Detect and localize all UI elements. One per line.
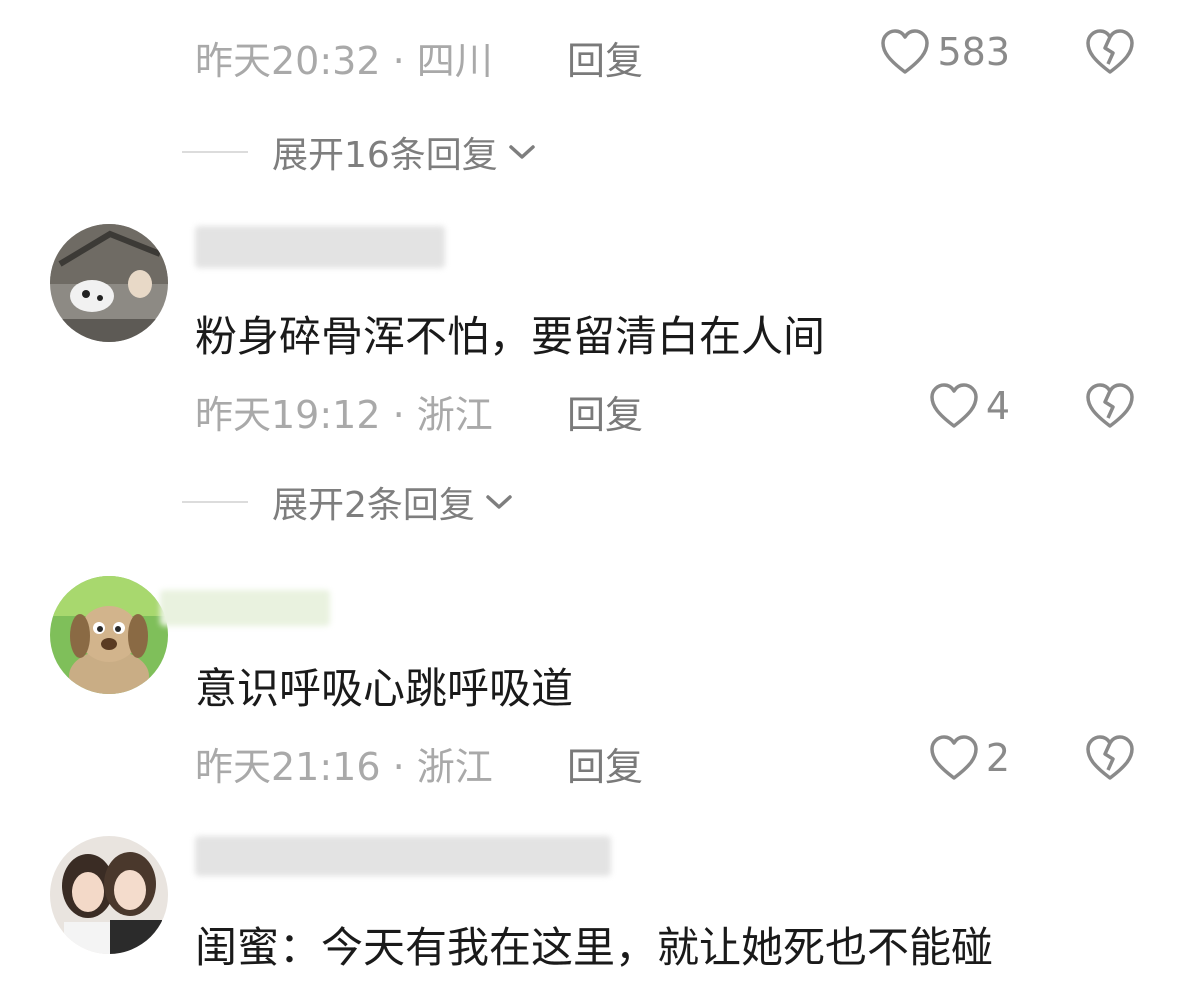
broken-heart-icon	[1086, 383, 1134, 428]
avatar[interactable]	[50, 224, 168, 342]
comment-text: 意识呼吸心跳呼吸道	[195, 664, 574, 713]
like-count: 583	[937, 30, 1010, 74]
comment-text: 闺蜜：今天有我在这里，就让她死也不能碰	[195, 923, 994, 972]
username-redacted[interactable]	[195, 836, 611, 876]
comment-meta: 昨天19:12 · 浙江	[195, 393, 493, 437]
chevron-down-icon	[486, 495, 512, 509]
dislike-button[interactable]	[1084, 382, 1136, 434]
like-button[interactable]: 583	[810, 28, 1010, 76]
username-redacted[interactable]	[195, 226, 445, 268]
comment-text: 粉身碎骨浑不怕，要留清白在人间	[195, 312, 826, 361]
heart-outline-icon	[881, 29, 930, 74]
like-count: 4	[985, 384, 1010, 428]
expand-replies-button[interactable]: 展开16条回复	[182, 126, 536, 178]
reply-button[interactable]: 回复	[567, 384, 643, 439]
heart-outline-icon	[930, 735, 978, 780]
expand-label: 展开2条回复	[272, 485, 475, 526]
divider	[182, 151, 248, 153]
broken-heart-icon	[1086, 735, 1134, 780]
divider	[182, 501, 248, 503]
heart-outline-icon	[930, 383, 978, 428]
like-button[interactable]: 2	[810, 734, 1010, 782]
username-redacted[interactable]	[160, 590, 330, 626]
dislike-button[interactable]	[1084, 28, 1136, 80]
reply-button[interactable]: 回复	[567, 736, 643, 791]
like-button[interactable]: 4	[810, 382, 1010, 430]
chevron-down-icon	[509, 145, 535, 159]
expand-label: 展开16条回复	[272, 135, 498, 176]
comment-meta: 昨天20:32 · 四川	[195, 39, 493, 83]
comment-meta: 昨天21:16 · 浙江	[195, 745, 493, 789]
dislike-button[interactable]	[1084, 734, 1136, 786]
reply-button[interactable]: 回复	[567, 30, 643, 85]
broken-heart-icon	[1086, 29, 1134, 74]
like-count: 2	[985, 736, 1010, 780]
expand-replies-button[interactable]: 展开2条回复	[182, 476, 513, 528]
avatar[interactable]	[50, 576, 168, 694]
avatar[interactable]	[50, 836, 168, 954]
